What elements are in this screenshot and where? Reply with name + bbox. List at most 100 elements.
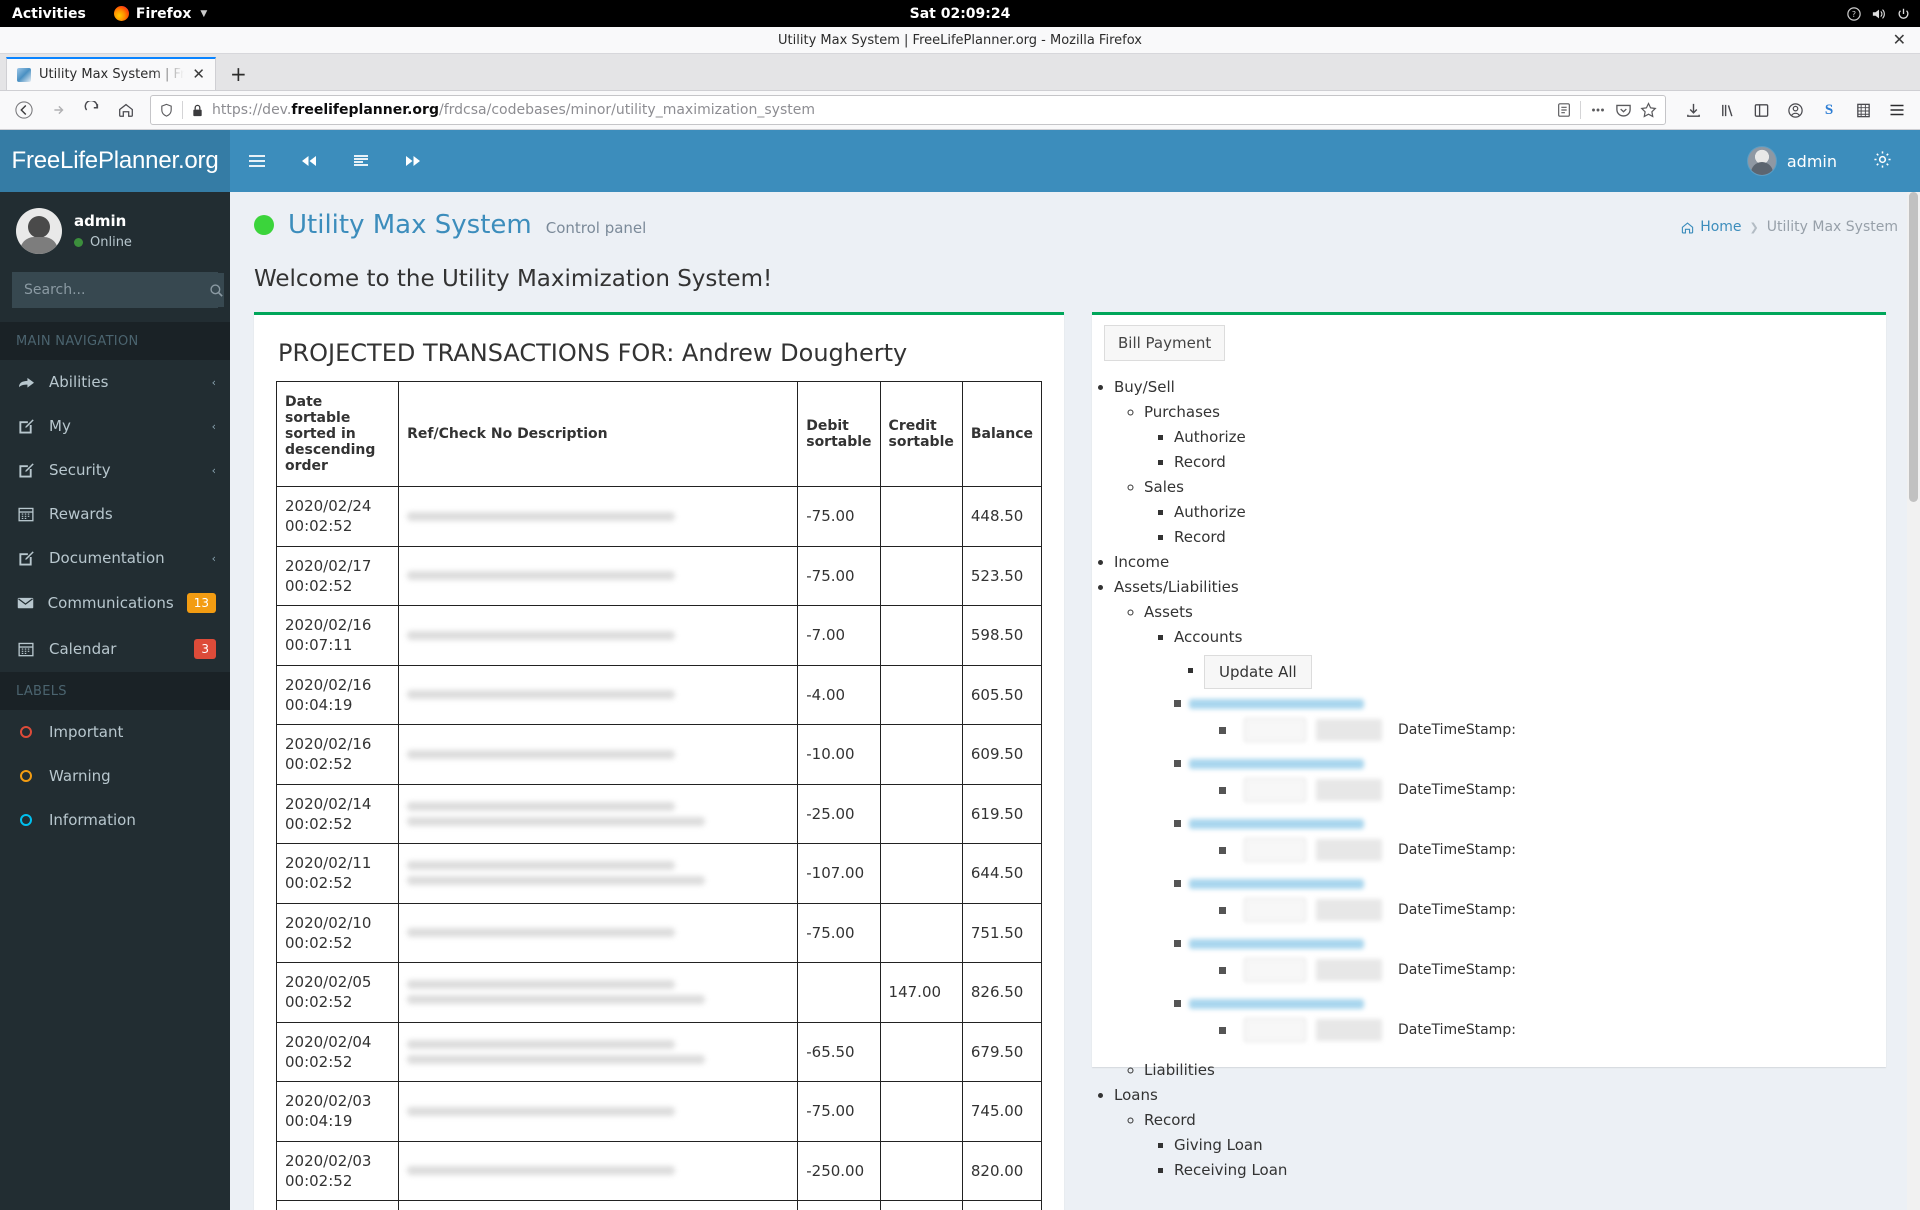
- forward-icon[interactable]: [42, 95, 74, 125]
- power-icon[interactable]: [1897, 7, 1910, 21]
- sidebar-label-information[interactable]: Information: [0, 798, 230, 842]
- app-brand[interactable]: FreeLifePlanner.org: [0, 130, 230, 192]
- account-row[interactable]: DateTimeStamp:: [1174, 694, 1886, 754]
- new-tab-button[interactable]: +: [216, 64, 261, 84]
- tree-node-purchases[interactable]: Purchases Authorize Record: [1144, 403, 1886, 471]
- sidebar-item-security[interactable]: Security‹: [0, 448, 230, 492]
- tree-node-sales-record[interactable]: Record: [1174, 528, 1886, 546]
- account-row[interactable]: DateTimeStamp:: [1174, 754, 1886, 814]
- sidebar-label-warning[interactable]: Warning: [0, 754, 230, 798]
- tree-node-purchases-record[interactable]: Record: [1174, 453, 1886, 471]
- tree-node-accounts[interactable]: Accounts Update All DateTimeStamp:DateTi…: [1174, 628, 1886, 1054]
- update-button[interactable]: [1244, 838, 1306, 862]
- tree-node-buy-sell[interactable]: Buy/Sell Purchases Authorize Record: [1114, 378, 1886, 546]
- tab-close-icon[interactable]: ✕: [192, 67, 205, 82]
- account-row[interactable]: DateTimeStamp:: [1174, 874, 1886, 934]
- os-status-area[interactable]: ?: [1847, 7, 1910, 21]
- column-header-date[interactable]: Date sortable sorted in descending order: [277, 382, 399, 487]
- sidebar-user-panel[interactable]: admin Online: [0, 192, 230, 268]
- sidebar-item-documentation[interactable]: Documentation‹: [0, 536, 230, 580]
- sidebar-item-my[interactable]: My‹: [0, 404, 230, 448]
- account-link[interactable]: [1174, 754, 1364, 772]
- profile-badge[interactable]: S: [1814, 95, 1844, 125]
- search-input[interactable]: [13, 282, 209, 298]
- table-row[interactable]: 2020/02/01 00:02:52771.001070.00: [277, 1201, 1042, 1210]
- update-button[interactable]: [1244, 718, 1306, 742]
- page-actions-icon[interactable]: [1589, 102, 1607, 118]
- tree-node-assets-liabilities[interactable]: Assets/Liabilities Assets Accounts: [1114, 578, 1886, 1079]
- sidebar-item-rewards[interactable]: Rewards: [0, 492, 230, 536]
- help-icon[interactable]: ?: [1847, 7, 1861, 21]
- gear-icon[interactable]: [1853, 150, 1912, 173]
- search-icon[interactable]: [209, 273, 224, 307]
- account-link[interactable]: [1174, 814, 1364, 832]
- tree-node-loans-record[interactable]: Record Giving Loan Receiving Loan: [1144, 1111, 1886, 1179]
- shield-icon[interactable]: [159, 103, 174, 118]
- update-all-button[interactable]: Update All: [1204, 655, 1312, 689]
- sidebar-label-important[interactable]: Important: [0, 710, 230, 754]
- update-button[interactable]: [1244, 778, 1306, 802]
- account-icon[interactable]: [1780, 95, 1810, 125]
- fast-forward-icon[interactable]: [400, 146, 426, 176]
- reload-icon[interactable]: [76, 95, 108, 125]
- table-row[interactable]: 2020/02/04 00:02:52-65.50679.50: [277, 1022, 1042, 1082]
- activities-button[interactable]: Activities: [12, 6, 86, 22]
- menu-icon[interactable]: [1882, 95, 1912, 125]
- tree-node-purchases-authorize[interactable]: Authorize: [1174, 428, 1886, 446]
- account-row[interactable]: DateTimeStamp:: [1174, 994, 1886, 1054]
- table-row[interactable]: 2020/02/05 00:02:52147.00826.50: [277, 963, 1042, 1023]
- downloads-icon[interactable]: [1678, 95, 1708, 125]
- url-text[interactable]: https://dev.freelifeplanner.org/frdcsa/c…: [212, 102, 1548, 118]
- column-header-debit[interactable]: Debit sortable: [798, 382, 880, 487]
- table-row[interactable]: 2020/02/03 00:02:52-250.00820.00: [277, 1141, 1042, 1201]
- hamburger-icon[interactable]: [244, 146, 270, 176]
- library-icon[interactable]: [1712, 95, 1742, 125]
- sidebar-item-communications[interactable]: Communications13: [0, 580, 230, 626]
- column-header-description[interactable]: Ref/Check No Description: [399, 382, 798, 487]
- table-row[interactable]: 2020/02/16 00:02:52-10.00609.50: [277, 725, 1042, 785]
- back-icon[interactable]: [8, 95, 40, 125]
- table-row[interactable]: 2020/02/16 00:04:19-4.00605.50: [277, 665, 1042, 725]
- navbar-user-menu[interactable]: admin: [1731, 146, 1853, 176]
- account-link[interactable]: [1174, 874, 1364, 892]
- sidebar-item-abilities[interactable]: Abilities‹: [0, 360, 230, 404]
- table-row[interactable]: 2020/02/11 00:02:52-107.00644.50: [277, 844, 1042, 904]
- lock-icon[interactable]: [191, 103, 204, 118]
- column-header-credit[interactable]: Credit sortable: [880, 382, 962, 487]
- tree-node-liabilities[interactable]: Liabilities: [1144, 1061, 1886, 1079]
- window-close-button[interactable]: ✕: [1893, 32, 1906, 48]
- home-icon[interactable]: [110, 95, 142, 125]
- fast-backward-icon[interactable]: [296, 146, 322, 176]
- app-menu-firefox[interactable]: Firefox ▼: [114, 6, 207, 22]
- pocket-icon[interactable]: [1615, 102, 1632, 118]
- sidebar-icon[interactable]: [1746, 95, 1776, 125]
- tree-node-income[interactable]: Income: [1114, 553, 1886, 571]
- screenshot-icon[interactable]: [1848, 95, 1878, 125]
- table-row[interactable]: 2020/02/24 00:02:52-75.00448.50: [277, 487, 1042, 547]
- tree-node-sales-authorize[interactable]: Authorize: [1174, 503, 1886, 521]
- os-clock[interactable]: Sat 02:09:24: [910, 6, 1011, 22]
- page-scrollbar[interactable]: [1907, 192, 1920, 1210]
- account-row[interactable]: DateTimeStamp:: [1174, 934, 1886, 994]
- tree-node-receiving-loan[interactable]: Receiving Loan: [1174, 1161, 1886, 1179]
- breadcrumb-home[interactable]: Home: [1681, 219, 1741, 235]
- update-button[interactable]: [1244, 1018, 1306, 1042]
- sidebar-item-calendar[interactable]: Calendar3: [0, 626, 230, 672]
- sidebar-search[interactable]: [12, 272, 218, 308]
- tree-node-loans[interactable]: Loans Record Giving Loan Receiving Loan: [1114, 1086, 1886, 1179]
- update-button[interactable]: [1244, 958, 1306, 982]
- column-header-balance[interactable]: Balance: [962, 382, 1041, 487]
- update-button[interactable]: [1244, 898, 1306, 922]
- table-row[interactable]: 2020/02/14 00:02:52-25.00619.50: [277, 784, 1042, 844]
- browser-tab[interactable]: Utility Max System | Free ✕: [6, 57, 216, 90]
- table-row[interactable]: 2020/02/10 00:02:52-75.00751.50: [277, 903, 1042, 963]
- account-link[interactable]: [1174, 934, 1364, 952]
- table-row[interactable]: 2020/02/03 00:04:19-75.00745.00: [277, 1082, 1042, 1142]
- bookmark-star-icon[interactable]: [1640, 102, 1657, 118]
- url-bar[interactable]: https://dev.freelifeplanner.org/frdcsa/c…: [150, 95, 1666, 125]
- account-link[interactable]: [1174, 694, 1364, 712]
- tree-node-sales[interactable]: Sales Authorize Record: [1144, 478, 1886, 546]
- tree-node-update-all[interactable]: Update All: [1204, 653, 1886, 687]
- reader-view-icon[interactable]: [1556, 102, 1572, 118]
- tree-node-assets[interactable]: Assets Accounts Update All: [1144, 603, 1886, 1054]
